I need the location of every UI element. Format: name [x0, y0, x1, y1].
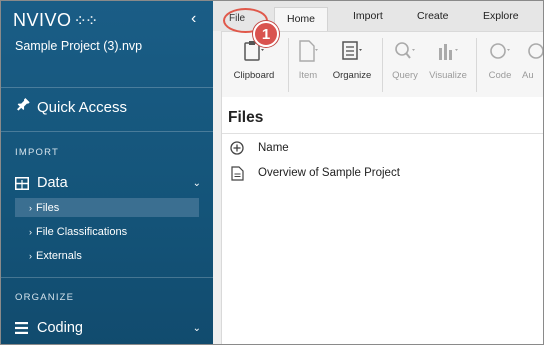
sidebar-item-files[interactable]: › Files	[15, 198, 199, 217]
chevron-right-icon: ›	[29, 250, 32, 261]
column-header-name[interactable]: Name	[228, 138, 543, 158]
divider	[1, 131, 213, 132]
tab-import[interactable]: Import	[353, 10, 383, 22]
coding-icon	[15, 322, 31, 334]
auto-code-label: Au	[522, 70, 534, 81]
document-icon	[228, 165, 246, 181]
visualize-label: Visualize	[429, 70, 467, 81]
pin-icon	[11, 96, 34, 119]
sidebar-item-externals[interactable]: › Externals	[15, 246, 199, 265]
quick-access-label: Quick Access	[37, 99, 128, 116]
organize-button[interactable]: Organize	[330, 40, 374, 81]
files-pane: Files Name Overview of Sample Project	[221, 97, 543, 344]
data-group-label: Data	[37, 175, 68, 191]
data-table-icon	[15, 176, 31, 190]
chevron-right-icon: ›	[29, 202, 32, 213]
data-group-header[interactable]: Data ⌄	[15, 175, 201, 191]
project-name: Sample Project (3).nvp	[15, 39, 143, 53]
code-button[interactable]: Code	[484, 40, 516, 81]
document-icon	[299, 40, 318, 62]
sidebar-item-label: Externals	[36, 249, 82, 262]
auto-code-icon	[528, 43, 543, 59]
organize-section-label: ORGANIZE	[15, 292, 75, 303]
sidebar-item-label: File Classifications	[36, 225, 128, 238]
sidebar-item-file-classifications[interactable]: › File Classifications	[15, 222, 199, 241]
coding-group-label: Coding	[37, 320, 83, 336]
query-button[interactable]: Query	[388, 40, 422, 81]
chevron-down-icon: ⌄	[192, 177, 201, 189]
logo-mark: ⁘⁘	[73, 12, 99, 30]
collapse-sidebar-icon[interactable]: ‹	[191, 10, 196, 28]
import-section-label: IMPORT	[15, 147, 59, 158]
sidebar-item-label: Files	[36, 201, 60, 214]
clipboard-label: Clipboard	[233, 70, 275, 81]
divider	[1, 277, 213, 278]
chevron-down-icon: ⌄	[192, 322, 201, 334]
logo-text: NVIVO	[13, 10, 72, 30]
clipboard-button[interactable]: Clipboard	[224, 40, 284, 81]
column-header-label: Name	[258, 142, 289, 154]
auto-code-button[interactable]: Au	[522, 40, 543, 81]
query-label: Query	[392, 70, 418, 81]
table-row[interactable]: Overview of Sample Project	[228, 163, 543, 183]
item-button[interactable]: Item	[294, 40, 322, 81]
nvivo-window: NVIVO ⁘⁘ ‹ Sample Project (3).nvp Quick …	[0, 0, 544, 345]
ribbon-divider	[288, 38, 289, 92]
coding-group-header[interactable]: Coding ⌄	[15, 320, 201, 336]
add-column-icon[interactable]	[228, 140, 246, 156]
tab-create[interactable]: Create	[417, 10, 449, 22]
organize-icon	[342, 41, 362, 60]
sidebar: NVIVO ⁘⁘ ‹ Sample Project (3).nvp Quick …	[1, 1, 213, 344]
tab-explore[interactable]: Explore	[483, 10, 519, 22]
item-label: Item	[298, 70, 318, 81]
code-icon	[490, 43, 510, 59]
main-area: Home Import Create Explore Clipboard Ite…	[213, 1, 543, 344]
nvivo-logo: NVIVO ⁘⁘	[13, 10, 99, 31]
visualize-button[interactable]: Visualize	[428, 40, 468, 81]
chevron-right-icon: ›	[29, 226, 32, 237]
code-label: Code	[488, 70, 512, 81]
step-badge: 1	[253, 21, 279, 47]
file-name: Overview of Sample Project	[258, 167, 400, 179]
ribbon-divider	[476, 38, 477, 92]
query-icon	[395, 42, 415, 59]
tab-home[interactable]: Home	[274, 7, 329, 31]
organize-label: Organize	[332, 70, 372, 81]
divider	[222, 133, 543, 134]
page-title: Files	[228, 109, 264, 126]
quick-access-button[interactable]: Quick Access	[15, 97, 128, 116]
chart-icon	[439, 44, 458, 60]
ribbon-divider	[382, 38, 383, 92]
divider	[1, 87, 213, 88]
